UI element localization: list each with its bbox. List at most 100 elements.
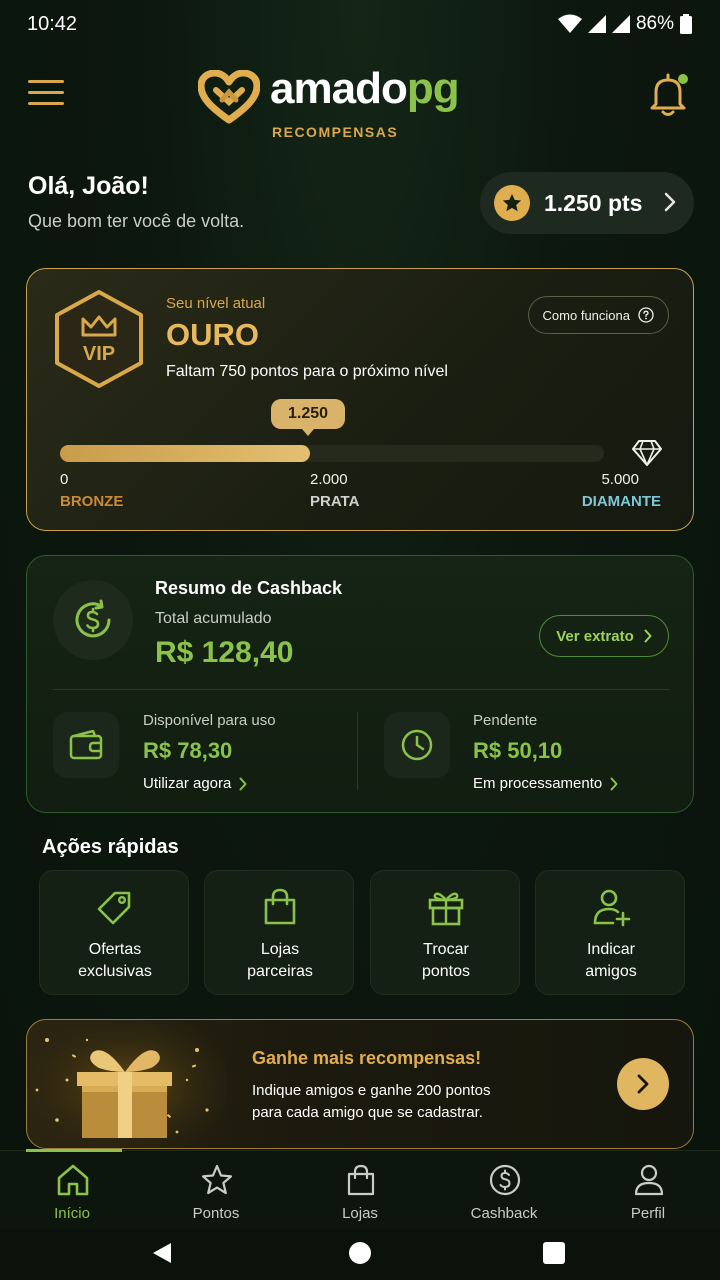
quick-action-label-line2: amigos	[585, 963, 637, 980]
cashback-total-label: Total acumulado	[155, 610, 272, 627]
vip-badge-icon: VIP	[55, 290, 143, 388]
tag-icon	[97, 891, 131, 925]
cashback-icon-wrap	[53, 580, 133, 660]
home-icon	[57, 1164, 89, 1196]
menu-icon-bar	[28, 102, 64, 105]
diamond-icon	[632, 440, 662, 466]
nav-item-cashback[interactable]: Cashback	[449, 1163, 559, 1227]
chevron-right-icon	[664, 192, 676, 212]
nav-label: Cashback	[470, 1205, 538, 1222]
promo-banner[interactable]: Ganhe mais recompensas! Indique amigos e…	[26, 1019, 694, 1149]
clock-icon-wrap	[384, 712, 450, 778]
gift-icon	[428, 892, 464, 926]
chevron-right-icon	[637, 1074, 649, 1094]
quick-action-partner-stores[interactable]: Lojas parceiras	[204, 870, 354, 995]
brand-name: amadopg	[270, 64, 460, 114]
menu-icon-bar	[28, 91, 64, 94]
recent-apps-button[interactable]	[543, 1242, 565, 1264]
quick-action-label-line1: Indicar	[586, 941, 636, 958]
nav-active-indicator	[26, 1149, 122, 1152]
chevron-right-icon	[239, 777, 247, 790]
quick-action-label: Lojas parceiras	[205, 939, 355, 983]
wallet-icon	[69, 730, 103, 760]
nav-label: Perfil	[630, 1205, 666, 1222]
status-icons: 86%	[557, 13, 692, 35]
shopping-bag-icon	[264, 888, 296, 925]
promo-text-line2: para cada amigo que se cadastrar.	[252, 1104, 483, 1121]
chevron-right-icon	[610, 777, 618, 790]
app-screen: 10:42 86% amadopg RECOMPENSAS Olá, João!…	[0, 0, 720, 1280]
nav-label: Início	[54, 1205, 90, 1222]
battery-icon	[680, 14, 692, 34]
chevron-right-icon	[644, 629, 652, 643]
nav-label: Pontos	[192, 1205, 240, 1222]
greeting-title: Olá, João!	[28, 172, 149, 200]
tick-value-bronze: 0	[60, 471, 69, 488]
quick-action-label-line1: Ofertas	[88, 941, 142, 958]
level-card: VIP Seu nível atual OURO Faltam 750 pont…	[26, 268, 694, 531]
nav-item-points[interactable]: Pontos	[161, 1163, 271, 1227]
quick-action-offers[interactable]: Ofertas exclusivas	[39, 870, 189, 995]
progress-current-points: 1.250	[271, 399, 345, 436]
available-value: R$ 78,30	[143, 738, 233, 763]
tick-name-prata: PRATA	[310, 493, 360, 510]
menu-button[interactable]	[28, 80, 64, 110]
greeting-subtitle: Que bom ter você de volta.	[28, 211, 245, 231]
gift-box-illustration	[27, 1020, 227, 1148]
pending-label: Pendente	[473, 712, 538, 729]
nav-item-profile[interactable]: Perfil	[593, 1163, 703, 1227]
user-icon	[634, 1164, 664, 1196]
use-now-link[interactable]: Utilizar agora	[143, 775, 247, 792]
use-now-label: Utilizar agora	[143, 775, 232, 792]
cashback-total-value: R$ 128,40	[155, 636, 294, 669]
notifications-button[interactable]	[648, 72, 690, 120]
promo-arrow-button[interactable]	[617, 1058, 669, 1110]
pending-value: R$ 50,10	[473, 738, 563, 763]
nav-item-home[interactable]: Início	[17, 1163, 127, 1227]
home-system-button[interactable]	[349, 1242, 371, 1264]
greeting: Olá, João! Que bom ter você de volta.	[28, 172, 244, 232]
vip-badge-label: VIP	[83, 343, 115, 365]
brand-logo: amadopg RECOMPENSAS	[198, 64, 488, 142]
add-user-icon	[593, 889, 631, 927]
available-label: Disponível para uso	[143, 712, 276, 729]
quick-action-label: Indicar amigos	[536, 939, 686, 983]
how-it-works-button[interactable]: Como funciona	[527, 296, 669, 334]
level-progress-fill	[60, 445, 311, 462]
signal-icon	[587, 15, 606, 33]
divider	[53, 689, 669, 690]
how-it-works-label: Como funciona	[542, 307, 630, 323]
system-navigation-bar	[0, 1230, 720, 1280]
notification-dot	[678, 74, 688, 84]
wallet-icon-wrap	[53, 712, 119, 778]
points-balance-button[interactable]: 1.250 pts	[480, 172, 694, 234]
quick-action-label-line1: Lojas	[260, 941, 300, 958]
nav-item-stores[interactable]: Lojas	[305, 1163, 415, 1227]
promo-text-line1: Indique amigos e ganhe 200 pontos	[252, 1082, 491, 1099]
status-time: 10:42	[27, 13, 78, 35]
quick-action-refer-friends[interactable]: Indicar amigos	[535, 870, 685, 995]
clock-icon	[401, 729, 433, 761]
back-icon[interactable]	[152, 1242, 172, 1264]
tick-value-diamante: 5.000	[601, 471, 639, 488]
quick-actions-title: Ações rápidas	[42, 836, 179, 858]
quick-action-redeem-points[interactable]: Trocar pontos	[370, 870, 520, 995]
brand-subtitle: RECOMPENSAS	[272, 124, 399, 140]
divider-vertical	[357, 712, 358, 790]
brand-name-part-1: amado	[270, 64, 408, 113]
quick-action-label: Trocar pontos	[371, 939, 521, 983]
promo-title: Ganhe mais recompensas!	[252, 1048, 482, 1068]
processing-link[interactable]: Em processamento	[473, 775, 618, 792]
view-statement-label: Ver extrato	[556, 627, 634, 645]
tick-value-prata: 2.000	[310, 471, 348, 488]
level-description: Faltam 750 pontos para o próximo nível	[166, 363, 448, 380]
star-icon	[494, 185, 530, 221]
quick-action-label-line2: pontos	[421, 963, 471, 980]
promo-text: Indique amigos e ganhe 200 pontos para ca…	[252, 1080, 491, 1124]
quick-action-label-line1: Trocar	[423, 941, 469, 958]
quick-action-label-line2: parceiras	[247, 963, 313, 980]
star-icon	[201, 1164, 233, 1195]
level-name: OURO	[166, 317, 259, 352]
cashback-title: Resumo de Cashback	[155, 578, 343, 598]
view-statement-button[interactable]: Ver extrato	[539, 615, 669, 657]
